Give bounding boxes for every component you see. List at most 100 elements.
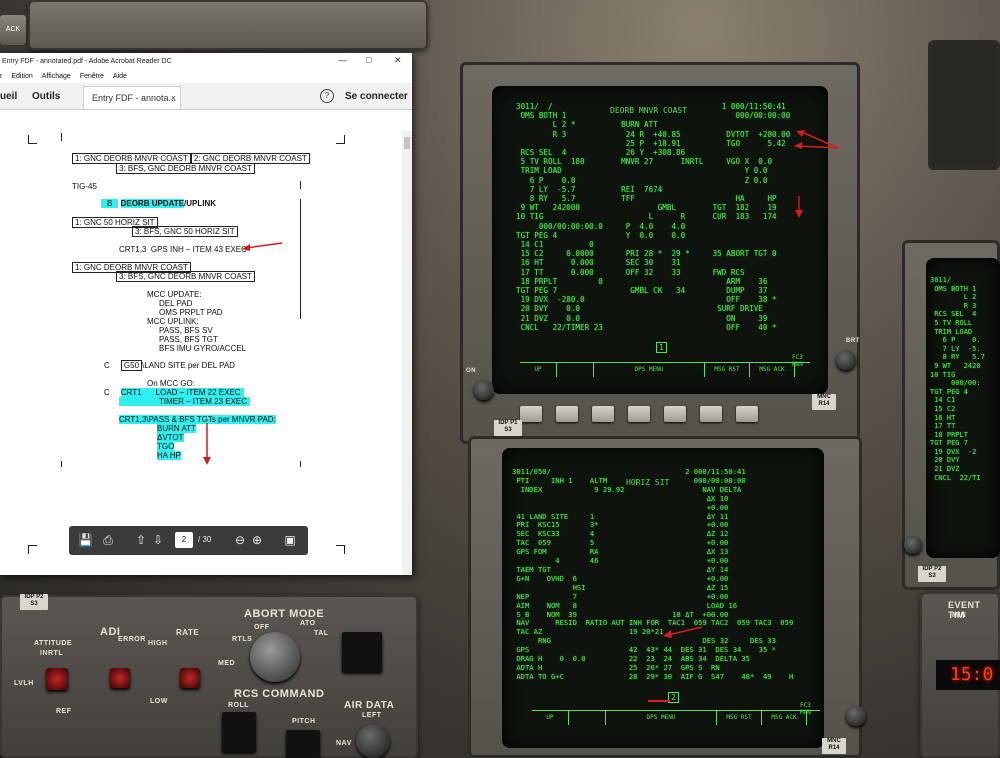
right-crt-knob[interactable] bbox=[904, 536, 922, 554]
doc-line: BURN ATT bbox=[157, 424, 196, 433]
upper-edge-key-2[interactable] bbox=[556, 406, 578, 422]
sign-in-link[interactable]: Se connecter bbox=[345, 91, 408, 102]
abort-mode-rotary-knob[interactable] bbox=[250, 632, 300, 682]
upper-edge-key-4[interactable] bbox=[628, 406, 650, 422]
lower-crt-title: HORIZ SIT bbox=[626, 478, 670, 487]
lower-softkey-msg-rst[interactable]: MSG RST bbox=[717, 711, 762, 725]
menu-item-edition[interactable]: Edition bbox=[11, 73, 32, 80]
ack-button[interactable]: ACK bbox=[0, 15, 26, 45]
maximize-icon[interactable]: □ bbox=[366, 55, 371, 65]
air-data-rotary-knob[interactable] bbox=[356, 724, 390, 758]
menu-item-aide[interactable]: Aide bbox=[113, 73, 127, 80]
fit-page-icon[interactable]: ▣ bbox=[283, 533, 297, 547]
tab-document[interactable]: Entry FDF - annota... × bbox=[83, 86, 181, 109]
upper-crt-title: DEORB MNVR COAST bbox=[610, 106, 688, 115]
upper-mnc-label: MNC R14 bbox=[812, 394, 836, 410]
previous-page-icon[interactable]: ⇧ bbox=[134, 533, 148, 547]
event-timer-min-label: MIN bbox=[952, 612, 967, 619]
tab-bar: ueil Outils Entry FDF - annota... × ? Se… bbox=[0, 83, 412, 110]
next-page-icon[interactable]: ⇩ bbox=[151, 533, 165, 547]
doc-line: PASS, BFS SV bbox=[159, 326, 213, 335]
page-number-input[interactable]: 2 bbox=[175, 532, 193, 548]
pitch-label: PITCH bbox=[292, 718, 316, 725]
minimize-icon[interactable]: — bbox=[338, 55, 347, 65]
menu-bar: r Edition Affichage Fenêtre Aide bbox=[0, 70, 412, 83]
upper-right-brightness-knob[interactable] bbox=[836, 350, 856, 370]
menu-item-file-partial[interactable]: r bbox=[0, 73, 2, 80]
menu-item-fenetre[interactable]: Fenêtre bbox=[80, 73, 104, 80]
upper-softkey-blank[interactable] bbox=[557, 363, 594, 377]
air-data-left-label: LEFT bbox=[362, 712, 382, 719]
page-tick bbox=[61, 461, 62, 467]
page-tick bbox=[300, 181, 301, 189]
help-icon[interactable]: ? bbox=[320, 89, 334, 103]
doc-line: 1: GNC DEORB MNVR COAST 2: GNC DEORB MNVR… bbox=[72, 153, 310, 164]
page-corner-mark bbox=[28, 545, 37, 554]
document-view[interactable]: 1: GNC DEORB MNVR COAST 2: GNC DEORB MNVR… bbox=[0, 131, 402, 575]
rcs-roll-button[interactable] bbox=[222, 712, 256, 752]
right-crt-text: 3011/ OMS BOTH 1 L 2 R 3 RCS SEL 4 5 TV … bbox=[930, 276, 985, 482]
upper-crt-screen: 3011/ / 1 000/11:50:41 OMS BOTH 1 000/00… bbox=[492, 86, 828, 394]
tab-home[interactable]: ueil bbox=[0, 91, 17, 102]
upper-edge-key-3[interactable] bbox=[592, 406, 614, 422]
rate-label: RATE bbox=[176, 628, 200, 637]
doc-line: B DEORB UPDATE/UPLINK bbox=[101, 199, 216, 208]
air-data-button[interactable] bbox=[342, 632, 382, 672]
rate-switch[interactable] bbox=[180, 668, 200, 688]
abort-mode-label: ABORT MODE bbox=[244, 608, 325, 620]
upper-softkey-up[interactable]: UP bbox=[520, 363, 557, 377]
close-icon[interactable]: ✕ bbox=[394, 55, 402, 66]
rcs-pitch-button[interactable] bbox=[286, 730, 320, 758]
print-icon[interactable]: ⎙ bbox=[101, 533, 115, 547]
roll-label: ROLL bbox=[228, 702, 250, 709]
doc-line: C CRT1 LOAD – ITEM 22 EXEC bbox=[104, 388, 244, 397]
lower-softkey-blank[interactable] bbox=[569, 711, 606, 725]
upper-left-brightness-knob[interactable] bbox=[474, 380, 494, 400]
upper-edge-key-6[interactable] bbox=[700, 406, 722, 422]
doc-line: On MCC GO: bbox=[147, 379, 196, 388]
zoom-out-icon[interactable]: ⊖ bbox=[233, 533, 247, 547]
upper-crt-fc: FC3 MAN bbox=[792, 354, 803, 368]
right-crt-screen: 3011/ OMS BOTH 1 L 2 R 3 RCS SEL 4 5 TV … bbox=[926, 258, 1000, 558]
scrollbar-thumb[interactable] bbox=[404, 137, 410, 149]
upper-crt-softkey-bar: UP DPS MENU MSG RST MSG ACK bbox=[520, 362, 810, 377]
upper-softkey-dps-menu[interactable]: DPS MENU bbox=[594, 363, 705, 377]
doc-line: TIG-45 bbox=[72, 182, 97, 191]
upper-edge-key-1[interactable] bbox=[520, 406, 542, 422]
doc-line: TIMER – ITEM 23 EXEC bbox=[119, 397, 251, 406]
zoom-in-icon[interactable]: ⊕ bbox=[250, 533, 264, 547]
error-label: ERROR bbox=[118, 636, 146, 643]
page-corner-mark bbox=[336, 135, 345, 144]
lower-softkey-dps-menu[interactable]: DPS MENU bbox=[606, 711, 717, 725]
upper-edge-key-5[interactable] bbox=[664, 406, 686, 422]
doc-vertical-rule bbox=[300, 199, 301, 319]
upper-softkey-msg-ack[interactable]: MSG ACK bbox=[750, 363, 795, 377]
doc-line: DEL PAD bbox=[159, 299, 193, 308]
vertical-scrollbar[interactable] bbox=[402, 131, 412, 575]
window-titlebar: Entry FDF - annotated.pdf - Adobe Acroba… bbox=[0, 53, 412, 70]
tab-document-label: Entry FDF - annota... bbox=[92, 93, 177, 103]
doc-line: TGO bbox=[157, 442, 175, 451]
attitude-switch[interactable] bbox=[46, 668, 68, 690]
lower-softkey-up[interactable]: UP bbox=[532, 711, 569, 725]
rcs-command-label: RCS COMMAND bbox=[234, 688, 325, 700]
upper-edge-key-7[interactable] bbox=[736, 406, 758, 422]
upper-softkey-msg-rst[interactable]: MSG RST bbox=[705, 363, 750, 377]
doc-line: 3: BFS, GNC DEORB MNVR COAST bbox=[116, 271, 255, 282]
doc-line: CRT1,3 GPS INH – ITEM 43 EXEC bbox=[119, 245, 247, 254]
save-icon[interactable]: 💾 bbox=[78, 533, 93, 547]
doc-line: 3: BFS, GNC DEORB MNVR COAST bbox=[116, 163, 255, 174]
red-arrow-annotation bbox=[663, 626, 703, 638]
menu-item-affichage[interactable]: Affichage bbox=[42, 73, 71, 80]
tab-close-icon[interactable]: × bbox=[171, 87, 176, 109]
abort-off-label: OFF bbox=[254, 624, 270, 631]
doc-line: ΔVTOT bbox=[157, 433, 184, 442]
lower-right-brightness-knob[interactable] bbox=[846, 706, 866, 726]
doc-line: MCC UPLINK: bbox=[147, 317, 199, 326]
tab-tools[interactable]: Outils bbox=[32, 91, 60, 102]
low-label: LOW bbox=[150, 698, 168, 705]
acrobat-window: Entry FDF - annotated.pdf - Adobe Acroba… bbox=[0, 53, 412, 575]
upper-idp-label: IDP P1 S3 bbox=[494, 420, 522, 436]
high-label: HIGH bbox=[148, 640, 168, 647]
error-switch[interactable] bbox=[110, 668, 130, 688]
